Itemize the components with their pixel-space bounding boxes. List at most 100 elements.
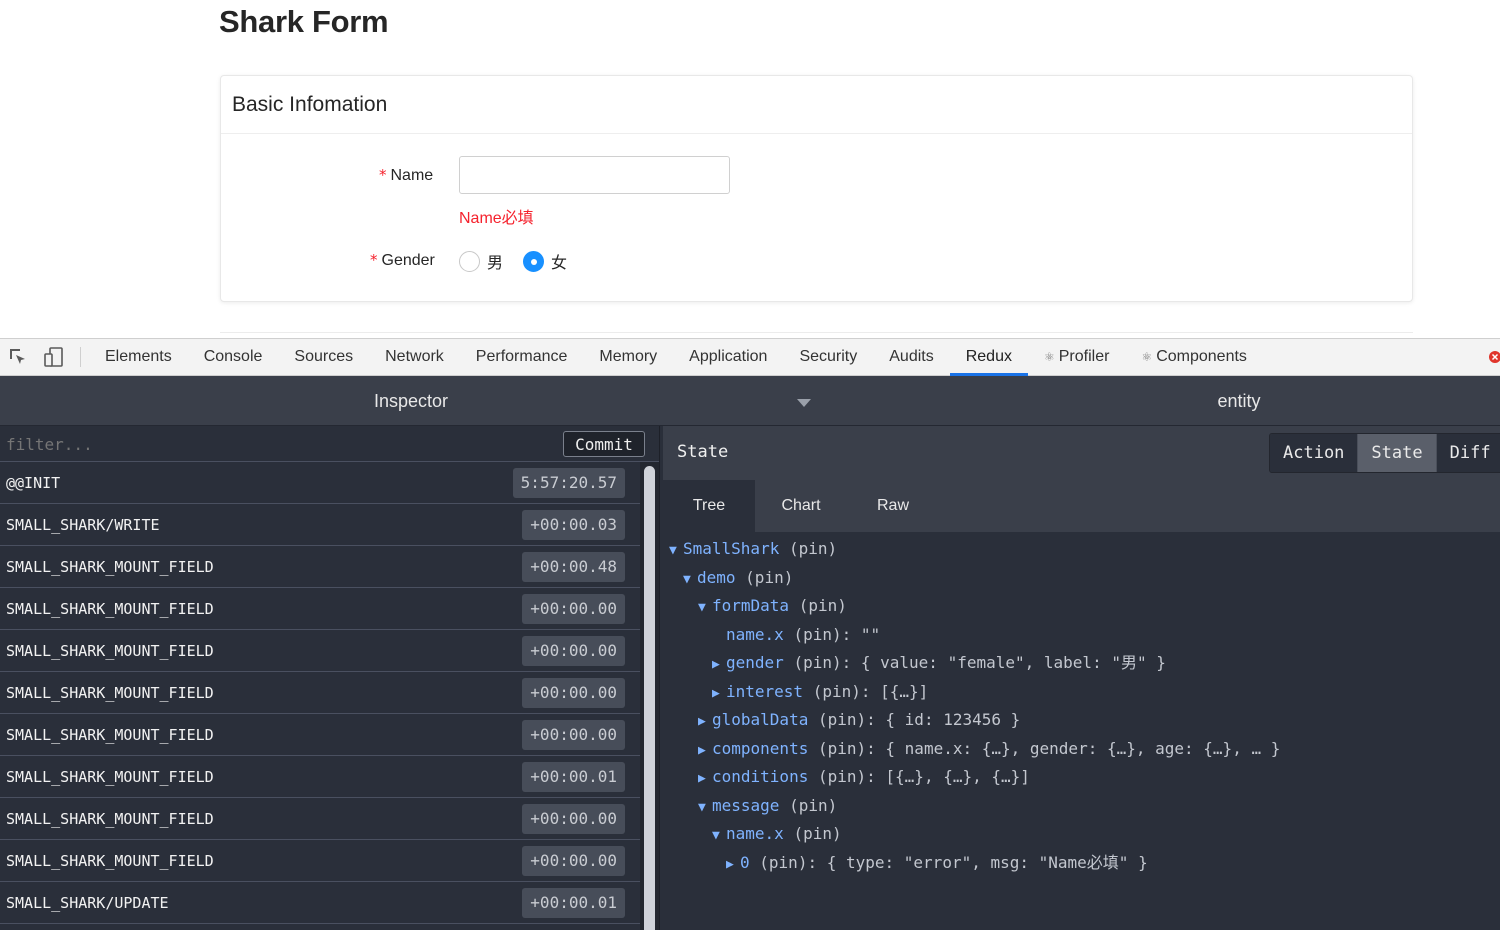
page-area: Shark Form Basic Infomation * Name Name必填… [0, 0, 1500, 338]
scrollbar-track[interactable] [640, 462, 659, 930]
action-row[interactable]: SMALL_SHARK_MOUNT_FIELD +00:00.00 [0, 714, 640, 756]
action-row[interactable]: SMALL_SHARK/UPDATE +00:00.01 [0, 882, 640, 924]
action-row[interactable]: SMALL_SHARK_MOUNT_FIELD +00:00.00 [0, 672, 640, 714]
gender-radio-female[interactable]: 女 [523, 249, 567, 273]
tree-pin[interactable]: (pin) [793, 824, 841, 843]
tree-key: conditions [712, 767, 809, 786]
tree-pin[interactable]: (pin): [793, 653, 851, 672]
action-row[interactable]: SMALL_SHARK_MOUNT_FIELD +00:00.48 [0, 546, 640, 588]
tree-node[interactable]: ▶ 0 (pin): { type: "error", msg: "Name必填"… [726, 852, 1148, 874]
required-mark: * [370, 251, 378, 269]
expand-right-icon[interactable]: ▶ [712, 654, 726, 676]
tree-node[interactable]: ▼ demo (pin) [683, 567, 793, 589]
tab-redux[interactable]: Redux [949, 339, 1029, 376]
mode-switcher: Action State Diff [1269, 433, 1500, 473]
tab-elements[interactable]: Elements [89, 339, 188, 375]
mode-state-button[interactable]: State [1358, 434, 1437, 472]
tree-pin[interactable]: (pin): [818, 767, 876, 786]
subtab-raw[interactable]: Raw [847, 480, 939, 532]
expand-right-icon[interactable]: ▶ [698, 768, 712, 790]
subtab-chart[interactable]: Chart [755, 480, 847, 532]
redux-header: Inspector entity [0, 376, 1500, 426]
tree-value: { type: "error", msg: "Name必填" } [826, 852, 1148, 872]
subtab-tree[interactable]: Tree [663, 480, 755, 532]
action-row[interactable]: @@INIT 5:57:20.57 [0, 462, 640, 504]
tab-application[interactable]: Application [673, 339, 783, 375]
view-subtabs: Tree Chart Raw [663, 480, 1500, 532]
tab-network[interactable]: Network [369, 339, 460, 375]
expand-right-icon[interactable]: ▶ [726, 854, 740, 876]
tab-sources[interactable]: Sources [278, 339, 369, 375]
expand-down-icon[interactable]: ▼ [698, 597, 712, 619]
tree-value: [{…}, {…}, {…}] [885, 767, 1030, 786]
tab-audits[interactable]: Audits [873, 339, 949, 375]
device-toolbar-icon[interactable] [36, 339, 72, 375]
tree-pin[interactable]: (pin): [813, 682, 871, 701]
tree-pin[interactable]: (pin) [745, 568, 793, 587]
mode-diff-button[interactable]: Diff [1436, 434, 1500, 472]
expand-down-icon[interactable]: ▼ [669, 540, 683, 562]
radio-circle[interactable] [459, 250, 480, 272]
gender-radio-male[interactable]: 男 [459, 249, 503, 273]
filter-input[interactable] [6, 432, 546, 456]
mode-action-button[interactable]: Action [1270, 434, 1359, 472]
action-time-badge: +00:00.00 [522, 803, 625, 834]
action-name: SMALL_SHARK_MOUNT_FIELD [6, 809, 214, 828]
tree-key: name.x [726, 624, 784, 644]
tab-profiler[interactable]: ⚛ Profiler [1028, 339, 1125, 375]
tree-pin[interactable]: (pin): [818, 710, 876, 729]
tree-node[interactable]: ▼ name.x (pin) [712, 823, 842, 845]
expand-right-icon[interactable]: ▶ [698, 711, 712, 733]
action-row[interactable]: SMALL_SHARK_MOUNT_FIELD +00:00.00 [0, 588, 640, 630]
tree-pin[interactable]: (pin) [789, 796, 837, 815]
action-time-badge: +00:00.00 [522, 635, 625, 666]
tree-node[interactable]: ▼ formData (pin) [698, 595, 847, 617]
error-badge-icon[interactable] [1486, 348, 1500, 366]
commit-button[interactable]: Commit [563, 431, 645, 457]
expand-down-icon[interactable]: ▼ [698, 797, 712, 819]
expand-down-icon[interactable]: ▼ [683, 569, 697, 591]
tree-node: name.x (pin): "" [712, 624, 880, 646]
react-atom-icon: ⚛ [1141, 350, 1153, 364]
tree-key: demo [697, 567, 736, 587]
monitor-dropdown-icon[interactable] [797, 399, 811, 407]
scrollbar-thumb[interactable] [644, 466, 655, 930]
action-row[interactable]: SMALL_SHARK/WRITE +00:00.03 [0, 504, 640, 546]
action-row[interactable]: SMALL_SHARK_MOUNT_FIELD +00:00.00 [0, 630, 640, 672]
tree-pin[interactable]: (pin): [793, 625, 851, 644]
tab-memory[interactable]: Memory [583, 339, 673, 375]
radio-circle-checked[interactable] [523, 250, 545, 272]
expand-right-icon[interactable]: ▶ [712, 683, 726, 705]
inspect-element-icon[interactable] [0, 339, 36, 375]
tab-console[interactable]: Console [188, 339, 279, 375]
basic-info-card: Basic Infomation * Name Name必填 * Gender 男 … [220, 75, 1413, 302]
action-name: SMALL_SHARK/UPDATE [6, 893, 169, 912]
tree-pin[interactable]: (pin) [799, 596, 847, 615]
action-row[interactable]: SMALL_SHARK_MOUNT_FIELD +00:00.00 [0, 798, 640, 840]
gender-radio-group: 男 女 [459, 249, 587, 273]
tree-node[interactable]: ▶ interest (pin): [{…}] [712, 681, 928, 703]
tree-pin[interactable]: (pin): [759, 853, 817, 872]
action-time-badge: +00:00.00 [522, 677, 625, 708]
tree-value: { id: 123456 } [885, 710, 1021, 729]
tree-node[interactable]: ▼ SmallShark (pin) [669, 538, 837, 560]
expand-down-icon[interactable]: ▼ [712, 825, 726, 847]
action-row[interactable]: SMALL_SHARK_MOUNT_FIELD +00:00.01 [0, 756, 640, 798]
tree-pin[interactable]: (pin) [789, 539, 837, 558]
tab-performance[interactable]: Performance [460, 339, 584, 375]
name-error-message: Name必填 [459, 210, 534, 227]
tree-pin[interactable]: (pin): [818, 739, 876, 758]
tree-node[interactable]: ▶ globalData (pin): { id: 123456 } [698, 709, 1020, 731]
name-label: * Name [379, 166, 434, 184]
tree-node[interactable]: ▶ components (pin): { name.x: {…}, gender… [698, 738, 1280, 760]
tree-node[interactable]: ▶ conditions (pin): [{…}, {…}, {…}] [698, 766, 1030, 788]
action-name: SMALL_SHARK_MOUNT_FIELD [6, 767, 214, 786]
tree-node[interactable]: ▼ message (pin) [698, 795, 837, 817]
tab-security[interactable]: Security [783, 339, 873, 375]
radio-label: 男 [487, 253, 504, 272]
tab-components[interactable]: ⚛ Components [1125, 339, 1262, 375]
tree-node[interactable]: ▶ gender (pin): { value: "female", label:… [712, 652, 1166, 674]
action-row[interactable]: SMALL_SHARK_MOUNT_FIELD +00:00.00 [0, 840, 640, 882]
name-input[interactable] [459, 156, 730, 194]
expand-right-icon[interactable]: ▶ [698, 740, 712, 762]
